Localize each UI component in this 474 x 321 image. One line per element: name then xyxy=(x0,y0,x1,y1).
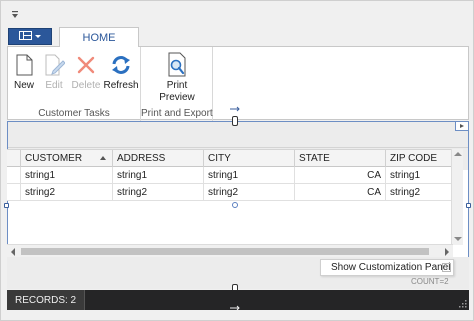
scroll-left-icon[interactable] xyxy=(11,248,15,256)
new-button[interactable]: New xyxy=(12,51,36,92)
column-header-address-label: ADDRESS xyxy=(117,153,166,164)
cell-address[interactable]: string2 xyxy=(113,184,204,200)
column-header-address[interactable]: ADDRESS xyxy=(113,150,204,167)
horizontal-scroll-thumb[interactable] xyxy=(21,248,429,255)
row-indicator xyxy=(7,167,21,183)
horizontal-scrollbar[interactable] xyxy=(7,244,453,257)
cell-city[interactable]: string1 xyxy=(204,167,295,183)
tab-home[interactable]: HOME xyxy=(59,27,139,47)
resize-grip-icon[interactable] xyxy=(459,300,467,308)
new-document-icon xyxy=(11,51,37,79)
edit-document-icon xyxy=(41,51,67,79)
refresh-button[interactable]: Refresh xyxy=(103,51,139,92)
new-button-label: New xyxy=(13,80,34,91)
refresh-button-label: Refresh xyxy=(103,80,139,91)
table-row[interactable]: string2 string2 string2 CA string2 xyxy=(7,184,451,201)
records-count: RECORDS: 2 xyxy=(7,290,86,310)
group-label-customer-tasks: Customer Tasks xyxy=(38,108,110,119)
group-customer-tasks: New Edit Delete Refresh Customer Tasks xyxy=(8,47,141,121)
app-window: HOME New Edit Delete Refresh Customer Ta… xyxy=(0,0,474,321)
print-preview-button[interactable]: Print Preview xyxy=(155,51,199,104)
left-resize-handle[interactable] xyxy=(4,203,9,208)
print-preview-label-line2: Preview xyxy=(159,92,195,103)
column-header-customer-label: CUSTOMER xyxy=(25,153,83,164)
plus-icon[interactable]: + xyxy=(442,263,451,272)
cell-address[interactable]: string1 xyxy=(113,167,204,183)
column-header-city[interactable]: CITY xyxy=(204,150,295,167)
cell-city[interactable]: string2 xyxy=(204,184,295,200)
column-header-zip-label: ZIP CODE xyxy=(390,153,438,164)
cell-zip[interactable]: string2 xyxy=(386,184,451,200)
group-panel xyxy=(8,122,468,148)
delete-button[interactable]: Delete xyxy=(72,51,100,92)
group-label-print-export: Print and Export xyxy=(141,108,213,119)
show-customization-panel-button[interactable]: Show Customization Panel + xyxy=(320,259,454,276)
delete-x-icon xyxy=(73,51,99,79)
print-preview-icon xyxy=(164,51,190,79)
row-indicator xyxy=(7,184,21,200)
vertical-scrollbar[interactable] xyxy=(451,149,463,245)
app-menu-button[interactable] xyxy=(8,28,52,45)
column-header-customer[interactable]: CUSTOMER xyxy=(21,150,113,167)
customization-panel-label: Show Customization Panel xyxy=(331,262,451,273)
print-preview-label: Print Preview xyxy=(159,80,195,104)
sort-ascending-icon xyxy=(100,156,106,160)
scroll-right-icon[interactable] xyxy=(445,248,449,256)
refresh-icon xyxy=(108,51,134,79)
center-anchor-icon[interactable] xyxy=(232,202,238,208)
chevron-down-icon xyxy=(35,35,41,38)
scroll-up-icon[interactable] xyxy=(454,152,462,156)
column-header-city-label: CITY xyxy=(208,153,231,164)
cell-state[interactable]: CA xyxy=(295,167,386,183)
frame-corner-icon[interactable] xyxy=(455,121,469,131)
edit-button-label: Edit xyxy=(45,80,63,91)
cell-customer[interactable]: string1 xyxy=(21,167,113,183)
resize-arrow-icon xyxy=(229,103,241,112)
edit-button[interactable]: Edit xyxy=(42,51,66,92)
right-resize-handle[interactable] xyxy=(466,203,471,208)
cell-zip[interactable]: string1 xyxy=(386,167,451,183)
delete-button-label: Delete xyxy=(71,80,101,91)
group-print-export: Print Preview Print and Export xyxy=(141,47,213,121)
column-header-state-label: STATE xyxy=(299,153,330,164)
cell-state[interactable]: CA xyxy=(295,184,386,200)
grid-header-row: CUSTOMER ADDRESS CITY STATE ZIP CODE xyxy=(7,149,451,167)
scroll-down-icon[interactable] xyxy=(454,237,462,241)
count-summary: COUNT=2 xyxy=(411,277,449,286)
grid-icon xyxy=(19,30,32,43)
top-resize-handle[interactable] xyxy=(232,116,238,126)
quick-access-dropdown-icon[interactable] xyxy=(9,10,21,20)
column-header-state[interactable]: STATE xyxy=(295,150,386,167)
column-header-zip[interactable]: ZIP CODE xyxy=(386,150,451,167)
cell-customer[interactable]: string2 xyxy=(21,184,113,200)
row-indicator-header xyxy=(7,150,21,167)
print-preview-label-line1: Print xyxy=(166,80,188,91)
resize-arrow-icon xyxy=(229,302,241,311)
table-row[interactable]: string1 string1 string1 CA string1 xyxy=(7,167,451,184)
